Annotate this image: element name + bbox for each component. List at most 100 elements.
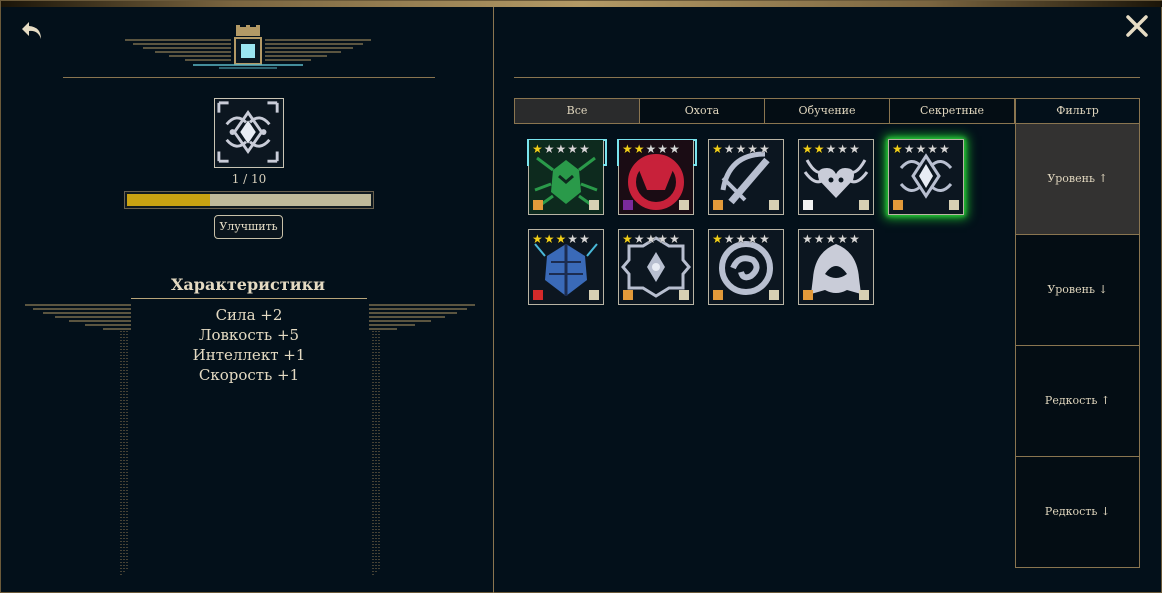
filter-rarity-desc[interactable]: Редкость ↓ (1015, 456, 1140, 568)
top-gold-border (1, 1, 1162, 7)
stat-line: Сила +2 (215, 306, 283, 324)
star-icon: ★ (669, 232, 680, 246)
slot-marker (679, 290, 689, 300)
slot-marker (589, 200, 599, 210)
tab-hunt[interactable]: Охота (639, 98, 765, 124)
progress-fill (127, 194, 210, 206)
star-icon: ★ (813, 232, 825, 246)
rarity-marker (803, 290, 813, 300)
star-icon: ★ (802, 142, 813, 156)
star-icon: ★ (532, 232, 543, 246)
stat-line: Интеллект +1 (192, 346, 306, 364)
star-icon: ★ (567, 232, 579, 246)
emblem-card[interactable]: ★ ★ ★ ★ ★ (617, 139, 697, 215)
left-header-rule (63, 77, 435, 78)
star-icon: ★ (802, 232, 813, 246)
emblem-card[interactable]: ★ ★ ★ ★ ★ (798, 229, 874, 305)
star-icon: ★ (892, 142, 903, 156)
star-icon: ★ (532, 142, 543, 156)
close-icon[interactable] (1125, 14, 1149, 38)
filter-panel: Фильтр Уровень ↑ Уровень ↓ Редкость ↑ Ре… (1015, 98, 1140, 568)
star-icon: ★ (759, 142, 770, 156)
slot-marker (949, 200, 959, 210)
back-arrow-icon[interactable] (19, 19, 45, 43)
star-icon: ★ (633, 142, 645, 156)
slot-marker (679, 200, 689, 210)
rarity-marker (713, 290, 723, 300)
tab-all[interactable]: Все (514, 98, 640, 124)
star-icon: ★ (712, 232, 723, 246)
star-rating: ★ ★ ★ ★ ★ (712, 233, 770, 245)
star-icon: ★ (903, 142, 915, 156)
star-icon: ★ (657, 142, 669, 156)
left-ornament-wing (23, 303, 133, 578)
tab-secret[interactable]: Секретные (889, 98, 1015, 124)
star-rating: ★ ★ ★ ★ ★ (532, 143, 590, 155)
stats-title: Характеристики (171, 275, 325, 294)
slot-marker (769, 200, 779, 210)
filter-level-desc[interactable]: Уровень ↓ (1015, 234, 1140, 346)
progress-track (127, 194, 371, 206)
star-icon: ★ (645, 142, 657, 156)
star-icon: ★ (622, 142, 633, 156)
rarity-marker (713, 200, 723, 210)
star-rating: ★ ★ ★ ★ ★ (892, 143, 950, 155)
filter-level-asc[interactable]: Уровень ↑ (1015, 123, 1140, 235)
star-icon: ★ (555, 142, 567, 156)
star-icon: ★ (915, 142, 927, 156)
star-icon: ★ (669, 142, 680, 156)
filter-rarity-asc[interactable]: Редкость ↑ (1015, 345, 1140, 457)
right-ornament-wing (367, 303, 477, 578)
stats-list: Сила +2 Ловкость +5 Интеллект +1 Скорост… (131, 305, 367, 385)
star-rating: ★ ★ ★ ★ ★ (532, 233, 590, 245)
star-icon: ★ (543, 232, 555, 246)
emblem-card[interactable]: ★ ★ ★ ★ ★ (708, 229, 784, 305)
slot-marker (589, 290, 599, 300)
star-icon: ★ (747, 232, 759, 246)
star-rating: ★ ★ ★ ★ ★ (622, 233, 680, 245)
star-icon: ★ (723, 142, 735, 156)
right-header-rule (514, 77, 1140, 78)
rarity-marker (803, 200, 813, 210)
bow-crest-icon (214, 98, 284, 168)
star-icon: ★ (567, 142, 579, 156)
star-icon: ★ (579, 232, 590, 246)
star-icon: ★ (825, 142, 837, 156)
star-icon: ★ (735, 232, 747, 246)
upgrade-button[interactable]: Улучшить (214, 215, 283, 239)
emblem-card[interactable]: ★ ★ ★ ★ ★ (527, 139, 607, 215)
tab-training[interactable]: Обучение (764, 98, 890, 124)
star-icon: ★ (849, 232, 860, 246)
emblem-card[interactable]: ★ ★ ★ ★ ★ (798, 139, 874, 215)
star-icon: ★ (759, 232, 770, 246)
item-count: 1 / 10 (231, 172, 267, 186)
rank-crest-emblem (123, 25, 373, 71)
upgrade-progress-bar (124, 191, 374, 209)
rarity-marker (533, 200, 543, 210)
stat-line: Скорость +1 (198, 366, 300, 384)
star-icon: ★ (723, 232, 735, 246)
panel-divider (493, 7, 494, 593)
star-icon: ★ (939, 142, 950, 156)
stat-line: Ловкость +5 (198, 326, 300, 344)
rarity-marker (533, 290, 543, 300)
star-icon: ★ (825, 232, 837, 246)
emblem-card[interactable]: ★ ★ ★ ★ ★ (618, 229, 694, 305)
emblem-card[interactable]: ★ ★ ★ ★ ★ (708, 139, 784, 215)
star-icon: ★ (712, 142, 723, 156)
star-icon: ★ (735, 142, 747, 156)
star-icon: ★ (579, 142, 590, 156)
emblem-card[interactable]: ★ ★ ★ ★ ★ (528, 229, 604, 305)
star-icon: ★ (837, 142, 849, 156)
emblem-card[interactable]: ★ ★ ★ ★ ★ (888, 139, 964, 215)
star-icon: ★ (633, 232, 645, 246)
star-icon: ★ (555, 232, 567, 246)
star-rating: ★ ★ ★ ★ ★ (802, 143, 860, 155)
filter-header: Фильтр (1015, 98, 1140, 124)
slot-marker (859, 290, 869, 300)
rarity-marker (893, 200, 903, 210)
star-icon: ★ (927, 142, 939, 156)
star-rating: ★ ★ ★ ★ ★ (622, 143, 680, 155)
rarity-marker (623, 290, 633, 300)
rarity-marker (623, 200, 633, 210)
